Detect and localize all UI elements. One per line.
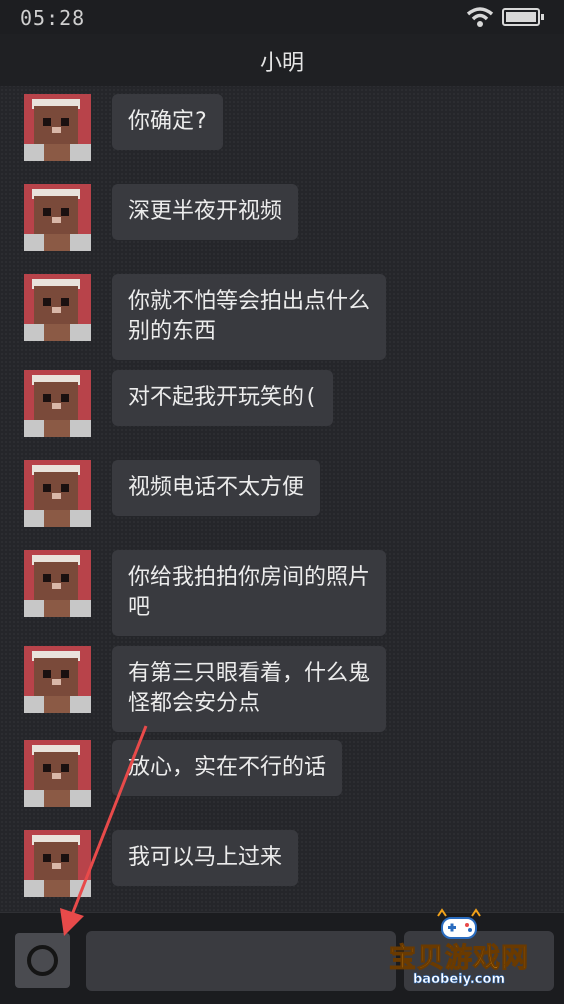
- contact-avatar[interactable]: [24, 370, 91, 437]
- contact-avatar[interactable]: [24, 460, 91, 527]
- wifi-icon: [466, 7, 494, 27]
- contact-avatar[interactable]: [24, 94, 91, 161]
- message-bubble: 你给我拍拍你房间的照片 吧: [112, 550, 387, 636]
- contact-avatar[interactable]: [24, 274, 91, 341]
- watermark-url: baobeiy.com: [413, 972, 506, 988]
- watermark-text: 宝贝游戏网: [389, 943, 529, 975]
- contact-avatar[interactable]: [24, 184, 91, 251]
- message-bubble: 对不起我开玩笑的(: [112, 370, 334, 426]
- battery-icon: [502, 8, 544, 26]
- message-list[interactable]: 你确定? 深更半夜开视频 你就不怕等会拍出点什么 别的东西 对不起我开玩笑的(: [0, 86, 564, 912]
- contact-avatar[interactable]: [24, 740, 91, 807]
- camera-button[interactable]: [15, 933, 70, 988]
- message-bubble: 我可以马上过来: [112, 830, 299, 886]
- message-bubble: 有第三只眼看着，什么鬼 怪都会安分点: [112, 646, 387, 732]
- message-bubble: 深更半夜开视频: [112, 184, 299, 240]
- message-input[interactable]: [86, 931, 396, 991]
- contact-avatar[interactable]: [24, 830, 91, 897]
- camera-icon: [27, 945, 58, 976]
- status-bar: 05:28: [0, 0, 564, 34]
- contact-name: 小明: [259, 51, 304, 76]
- contact-avatar[interactable]: [24, 646, 91, 713]
- message-bubble: 放心，实在不行的话: [112, 740, 343, 796]
- chat-header: 小明: [0, 34, 564, 86]
- status-time: 05:28: [20, 6, 86, 30]
- message-bubble: 视频电话不太方便: [112, 460, 321, 516]
- message-bubble: 你就不怕等会拍出点什么 别的东西: [112, 274, 387, 360]
- contact-avatar[interactable]: [24, 550, 91, 617]
- watermark-logo: 宝贝游戏网 baobeiy.com: [388, 908, 558, 1000]
- chat-screen: 05:28 小明 你确定? 深更半夜开视频 你就不怕等会拍出点什么 别的东西 对…: [0, 0, 564, 1004]
- message-bubble: 你确定?: [112, 94, 224, 150]
